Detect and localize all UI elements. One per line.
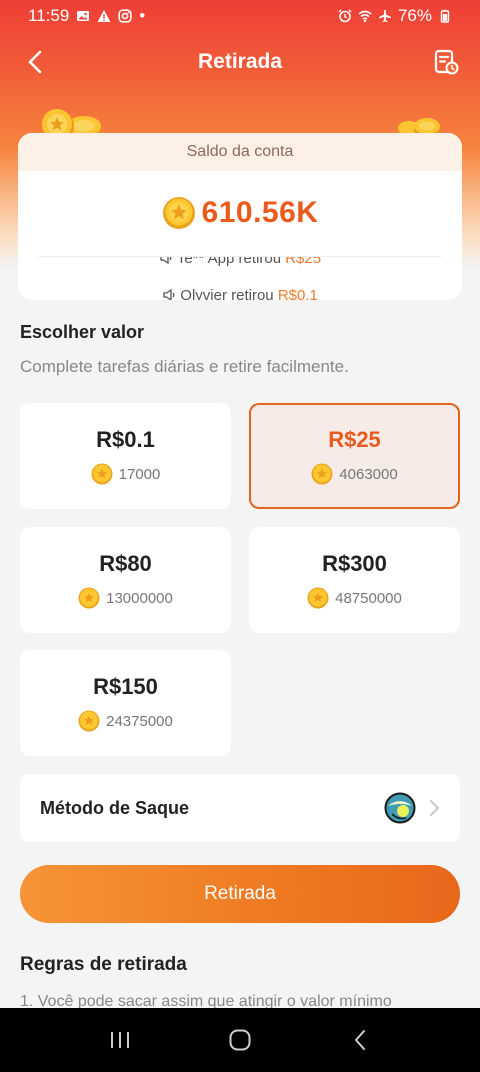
option-amount: R$0.1: [96, 427, 155, 452]
option-coins: 48750000: [307, 587, 402, 609]
balance-value-row: 610.56K: [18, 171, 462, 255]
withdraw-button[interactable]: Retirada: [20, 865, 460, 923]
wifi-icon: [358, 10, 372, 23]
amount-option[interactable]: R$300 48750000: [249, 527, 460, 633]
choose-value-subtitle: Complete tarefas diárias e retire facilm…: [20, 357, 349, 376]
gallery-icon: [77, 11, 90, 21]
option-amount: R$25: [328, 427, 381, 452]
alarm-icon: [338, 9, 352, 23]
option-coins: 24375000: [78, 710, 173, 732]
history-record-icon: [434, 49, 459, 75]
home-button[interactable]: [220, 1020, 260, 1060]
system-nav-bar: [0, 1008, 480, 1072]
option-coin-cost: 24375000: [106, 712, 173, 730]
ticker-text: Olyvier retirou: [180, 287, 278, 300]
ticker-amount: R$25: [285, 256, 322, 267]
option-amount: R$150: [93, 674, 158, 699]
ticker-item: Olyvier retirou R$0.1: [38, 287, 442, 300]
chevron-right-icon: [430, 800, 440, 816]
coin-icon: [78, 710, 100, 732]
amount-option[interactable]: R$80 13000000: [20, 527, 231, 633]
battery-icon: [440, 9, 450, 23]
page-title: Retirada: [197, 50, 283, 73]
option-amount: R$300: [322, 551, 387, 576]
status-bar: 11:59 • 76%: [0, 0, 480, 32]
back-arrow-icon: [355, 1030, 365, 1050]
method-right: [384, 792, 440, 824]
option-coin-cost: 17000: [118, 465, 161, 483]
balance-card: Saldo da conta 610.56K Te** App retirou …: [18, 133, 462, 300]
megaphone-icon: [160, 257, 172, 265]
option-coins: 4063000: [311, 463, 398, 485]
option-coins: 13000000: [78, 587, 173, 609]
coin-icon: [307, 587, 329, 609]
choose-value-title: Escolher valor: [20, 322, 145, 342]
megaphone-icon: [163, 288, 175, 300]
balance-label: Saldo da conta: [18, 133, 462, 171]
option-coin-cost: 4063000: [339, 465, 398, 483]
warning-icon: [97, 10, 111, 22]
recent-apps-button[interactable]: [100, 1020, 140, 1060]
coin-icon: [311, 463, 333, 485]
option-coin-cost: 13000000: [106, 589, 173, 607]
ticker-text: Te** App retirou: [176, 256, 286, 267]
rules-title: Regras de retirada: [20, 954, 187, 975]
amount-option[interactable]: R$0.1 17000: [20, 403, 231, 509]
withdraw-method-label: Método de Saque: [40, 797, 190, 818]
notification-dot: •: [139, 6, 146, 25]
coin-icon: [91, 463, 113, 485]
option-amount: R$80: [99, 551, 152, 576]
airplane-mode-icon: [378, 10, 391, 23]
chevron-left-icon: [28, 50, 42, 74]
home-icon: [229, 1029, 251, 1051]
ticker-item: Te** App retirou R$25: [38, 256, 442, 267]
option-coin-cost: 48750000: [335, 589, 402, 607]
coin-icon: [162, 197, 195, 229]
withdraw-ticker: Te** App retirou R$25 Olyvier retirou R$…: [38, 256, 442, 300]
instagram-icon: [118, 9, 132, 23]
recent-apps-icon: [111, 1032, 129, 1048]
balance-amount: 610.56K: [201, 196, 319, 229]
amount-option[interactable]: R$150 24375000: [20, 650, 231, 756]
top-bar: Retirada: [0, 38, 480, 86]
withdraw-method-row[interactable]: Método de Saque: [20, 774, 460, 842]
clock: 11:59: [28, 6, 70, 25]
option-coins: 17000: [91, 463, 161, 485]
withdraw-history-button[interactable]: [432, 48, 460, 76]
amount-option-selected[interactable]: R$25 4063000: [249, 403, 460, 509]
ticker-amount: R$0.1: [277, 287, 318, 300]
battery-percent: 76%: [397, 6, 432, 25]
back-button[interactable]: [22, 48, 50, 76]
coin-icon: [78, 587, 100, 609]
payment-method-icon: [384, 792, 416, 824]
back-nav-button[interactable]: [340, 1020, 380, 1060]
